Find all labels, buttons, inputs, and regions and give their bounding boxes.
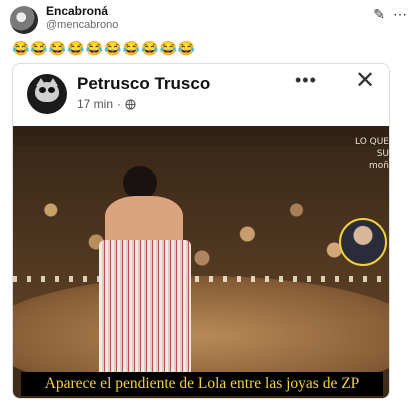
post-author-name[interactable]: Petrusco Trusco [77, 74, 210, 94]
globe-icon [125, 98, 136, 110]
embedded-post-card[interactable]: Petrusco Trusco 17 min · ••• ✕ LO QUE SU… [12, 63, 390, 399]
corner-text-line: SU [376, 149, 389, 159]
display-name[interactable]: Encabroná [46, 4, 108, 18]
more-options-icon[interactable]: ••• [295, 70, 317, 91]
close-icon[interactable]: ✕ [355, 66, 375, 95]
stage-lights [13, 276, 389, 282]
edit-icon[interactable]: ✎ [373, 6, 385, 23]
tweet-text: 😂😂😂😂😂😂😂😂😂😂 [12, 40, 197, 56]
cat-eye-left [39, 87, 46, 93]
dancer-torso [105, 196, 183, 246]
post-meta: 17 min · [77, 97, 136, 111]
post-author-avatar[interactable] [27, 74, 67, 114]
image-caption: Aparece el pendiente de Lola entre las j… [21, 372, 383, 396]
post-time[interactable]: 17 min [77, 97, 113, 111]
avatar[interactable] [10, 6, 38, 34]
cat-face [35, 82, 59, 102]
dancer-figure [95, 166, 193, 390]
highlight-circle [339, 218, 387, 266]
post-image[interactable]: LO QUE SU moñ Aparece el pendiente de Lo… [13, 126, 389, 398]
corner-overlay-text: LO QUE SU moñ [355, 136, 389, 172]
more-icon[interactable]: ⋯ [393, 6, 407, 23]
dancer-head [123, 166, 157, 200]
corner-text-line: moñ [369, 161, 389, 171]
header-actions: ✎ ⋯ [373, 6, 407, 23]
tweet-header: Encabroná @mencabrono ✎ ⋯ [0, 0, 417, 38]
corner-text-line: LO QUE [355, 137, 389, 147]
handle[interactable]: @mencabrono [46, 19, 118, 31]
meta-separator: · [117, 97, 122, 111]
cat-eye-right [48, 87, 55, 93]
dancer-dress [99, 240, 191, 390]
